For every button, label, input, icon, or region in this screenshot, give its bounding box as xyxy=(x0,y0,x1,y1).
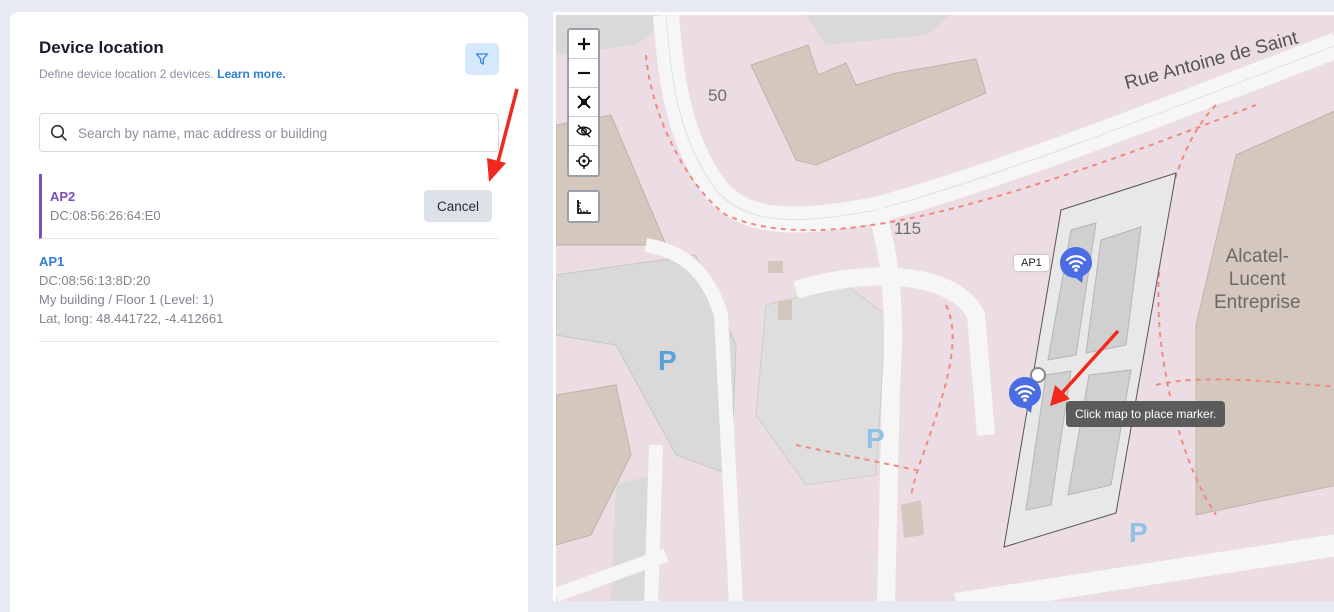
zoom-in-button[interactable] xyxy=(569,30,598,59)
device-name: AP1 xyxy=(39,254,65,269)
hide-layer-button[interactable] xyxy=(569,117,598,146)
ruler-icon xyxy=(576,199,591,214)
map-label-115: 115 xyxy=(894,219,922,238)
locate-button[interactable] xyxy=(569,146,598,175)
ap1-marker-label: AP1 xyxy=(1014,255,1049,271)
poi-label: Alcatel- Lucent Entreprise xyxy=(1214,245,1301,314)
device-location-panel: Device location Define device location 2… xyxy=(10,12,528,612)
map-label-50: 50 xyxy=(708,86,727,105)
ap2-marker[interactable] xyxy=(1007,375,1043,413)
device-location: My building / Floor 1 (Level: 1) xyxy=(39,292,214,307)
device-item-ap2[interactable]: AP2 DC:08:56:26:64:E0 Cancel xyxy=(39,174,499,239)
ap1-marker[interactable] xyxy=(1058,245,1094,283)
filter-button[interactable] xyxy=(465,43,499,75)
wifi-marker-icon xyxy=(1060,247,1092,283)
device-item-ap1[interactable]: AP1 DC:08:56:13:8D:20 My building / Floo… xyxy=(39,240,499,342)
filter-icon xyxy=(475,53,489,65)
search-field[interactable] xyxy=(39,113,499,152)
minus-icon xyxy=(577,71,590,75)
plus-icon xyxy=(577,38,590,50)
measure-button[interactable] xyxy=(567,190,600,223)
poi-label-line: Entreprise xyxy=(1214,292,1301,313)
fit-bounds-button[interactable] xyxy=(569,88,598,117)
map-controls xyxy=(567,28,600,177)
map-tooltip: Click map to place marker. xyxy=(1066,401,1226,427)
panel-subtitle: Define device location 2 devices. Learn … xyxy=(39,67,286,81)
map-view[interactable]: 50 115 Rue Antoine de Saint Alcatel- Luc… xyxy=(553,12,1334,601)
parking-icon: P xyxy=(866,423,885,454)
poi-label-line: Lucent xyxy=(1228,269,1286,290)
search-input[interactable] xyxy=(78,122,478,144)
parking-icon: P xyxy=(1129,517,1148,548)
panel-subtitle-text: Define device location 2 devices. xyxy=(39,67,214,81)
search-icon xyxy=(50,124,67,141)
zoom-out-button[interactable] xyxy=(569,59,598,88)
fit-icon xyxy=(576,95,591,109)
wifi-marker-icon xyxy=(1009,377,1041,413)
panel-title: Device location xyxy=(39,38,164,57)
learn-more-link[interactable]: Learn more. xyxy=(217,67,286,81)
device-mac: DC:08:56:13:8D:20 xyxy=(39,273,151,288)
eye-off-icon xyxy=(575,124,592,138)
parking-icon: P xyxy=(658,345,677,376)
poi-label-line: Alcatel- xyxy=(1225,246,1289,267)
cancel-button[interactable]: Cancel xyxy=(424,190,492,222)
device-coordinates: Lat, long: 48.441722, -4.412661 xyxy=(39,311,224,326)
device-name: AP2 xyxy=(50,189,76,204)
crosshair-icon xyxy=(575,152,592,169)
device-mac: DC:08:56:26:64:E0 xyxy=(50,208,161,223)
